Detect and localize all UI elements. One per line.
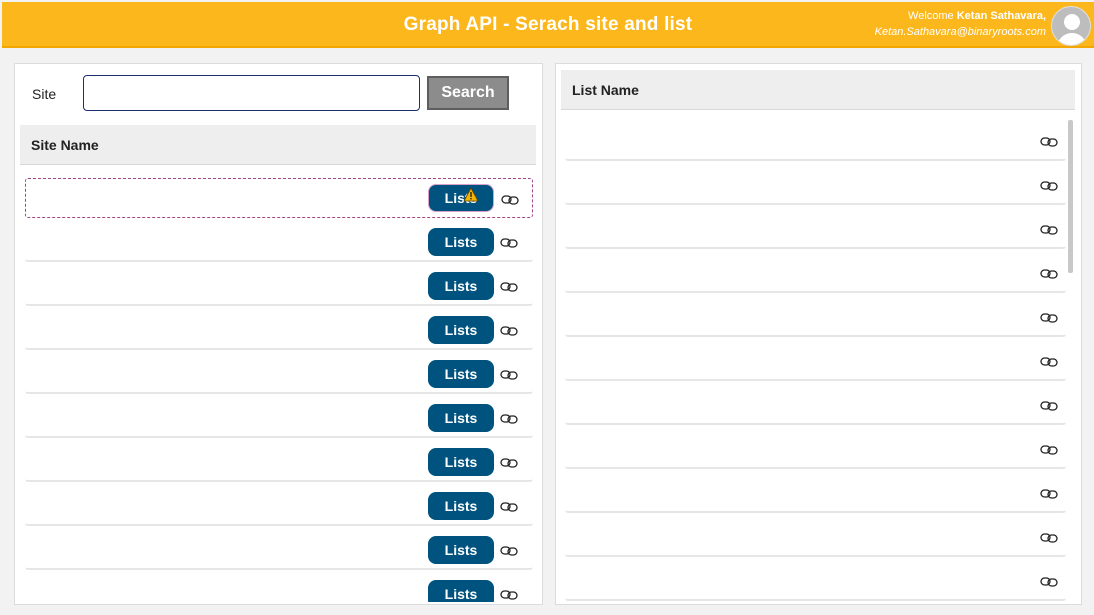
link-icon[interactable] — [1040, 135, 1058, 147]
avatar-head — [1064, 14, 1080, 30]
lists-button[interactable]: Lists — [428, 492, 494, 520]
link-icon[interactable] — [1040, 443, 1058, 455]
link-icon[interactable] — [500, 368, 518, 380]
lists-button[interactable]: Lists — [428, 316, 494, 344]
list-row[interactable] — [565, 253, 1066, 293]
lists-button[interactable]: Lists — [428, 536, 494, 564]
list-scrollbar[interactable] — [1068, 120, 1073, 273]
link-icon[interactable] — [1040, 355, 1058, 367]
link-icon[interactable] — [1040, 267, 1058, 279]
site-row[interactable]: Lists — [25, 354, 533, 394]
user-avatar-icon[interactable] — [1051, 6, 1091, 46]
user-email: Ketan.Sathavara@binaryroots.com — [874, 26, 1046, 38]
link-icon[interactable] — [1040, 399, 1058, 411]
link-icon[interactable] — [1040, 487, 1058, 499]
user-name: Ketan Sathavara, — [956, 10, 1046, 22]
site-row[interactable]: Lists — [25, 310, 533, 350]
site-row[interactable]: Lists — [25, 574, 533, 602]
list-row[interactable] — [565, 561, 1066, 601]
list-results — [565, 121, 1066, 604]
list-row[interactable] — [565, 121, 1066, 161]
lists-button[interactable]: Lists — [428, 184, 494, 212]
link-icon[interactable] — [500, 412, 518, 424]
lists-button[interactable]: Lists — [428, 580, 494, 602]
link-icon[interactable] — [500, 588, 518, 600]
avatar-body — [1057, 33, 1087, 45]
list-row[interactable] — [565, 517, 1066, 557]
list-row[interactable] — [565, 297, 1066, 337]
link-icon[interactable] — [1040, 223, 1058, 235]
site-name-column-header: Site Name — [20, 125, 536, 165]
site-row[interactable]: Lists — [25, 222, 533, 262]
site-search-panel: Site Search Site Name Lists Lists Lists Lis… — [14, 63, 543, 605]
list-results-panel: List Name — [555, 63, 1082, 605]
lists-button[interactable]: Lists — [428, 404, 494, 432]
link-icon[interactable] — [500, 236, 518, 248]
list-row[interactable] — [565, 165, 1066, 205]
link-icon[interactable] — [1040, 575, 1058, 587]
list-name-column-header: List Name — [561, 70, 1075, 110]
warning-icon — [463, 187, 479, 203]
site-row[interactable]: Lists — [25, 266, 533, 306]
app-root: Graph API - Serach site and list Welcome… — [0, 0, 1094, 615]
link-icon[interactable] — [1040, 531, 1058, 543]
site-search-input[interactable] — [83, 75, 420, 111]
site-row[interactable]: Lists — [25, 486, 533, 526]
lists-button[interactable]: Lists — [428, 360, 494, 388]
search-button[interactable]: Search — [427, 76, 509, 110]
lists-button[interactable]: Lists — [428, 272, 494, 300]
link-icon[interactable] — [500, 456, 518, 468]
list-row[interactable] — [565, 209, 1066, 249]
link-icon[interactable] — [500, 500, 518, 512]
lists-button[interactable]: Lists — [428, 448, 494, 476]
site-label: Site — [32, 86, 57, 102]
site-row[interactable]: Lists — [25, 398, 533, 438]
link-icon[interactable] — [1040, 179, 1058, 191]
list-row[interactable] — [565, 473, 1066, 513]
site-row[interactable]: Lists — [25, 530, 533, 570]
link-icon[interactable] — [500, 544, 518, 556]
link-icon[interactable] — [1040, 311, 1058, 323]
lists-button[interactable]: Lists — [428, 228, 494, 256]
site-list: Lists Lists Lists Lists Lists Lists Lists Lists… — [25, 178, 533, 602]
link-icon[interactable] — [500, 324, 518, 336]
list-row[interactable] — [565, 385, 1066, 425]
list-row[interactable] — [565, 429, 1066, 469]
list-row[interactable] — [565, 341, 1066, 381]
link-icon[interactable] — [501, 193, 519, 205]
welcome-prefix: Welcome — [908, 10, 954, 22]
link-icon[interactable] — [500, 280, 518, 292]
site-row[interactable]: Lists — [25, 178, 533, 218]
app-header: Graph API - Serach site and list Welcome… — [2, 2, 1094, 48]
welcome-block: Welcome Ketan Sathavara, Ketan.Sathavara… — [875, 8, 1046, 40]
site-row[interactable]: Lists — [25, 442, 533, 482]
